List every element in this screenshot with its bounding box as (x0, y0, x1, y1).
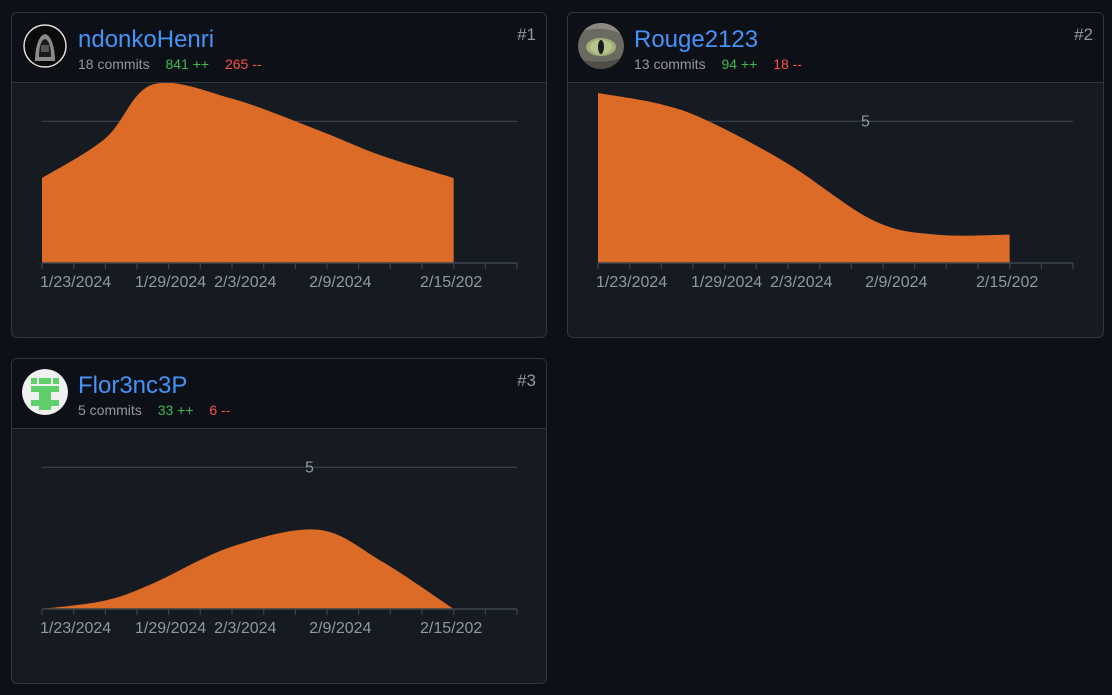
x-tick-label: 2/15/202 (976, 274, 1038, 291)
contributor-username[interactable]: Rouge2123 (634, 26, 758, 54)
x-tick-label: 2/3/2024 (214, 620, 276, 637)
y-tick-label: 5 (861, 113, 870, 130)
contributor-username[interactable]: ndonkoHenri (78, 26, 214, 54)
x-tick-label: 1/29/2024 (691, 274, 762, 291)
contributor-stats: 5 commits 33 ++ 6 -- (78, 401, 230, 419)
additions-count: 841 ++ (165, 56, 210, 72)
contribution-area (42, 529, 454, 609)
deletions-count: 18 -- (773, 56, 802, 72)
green-identicon-avatar-icon (22, 369, 68, 415)
contributor-card: Flor3nc3P 5 commits 33 ++ 6 -- #3 5 1/23/… (11, 358, 547, 684)
commit-count[interactable]: 13 commits (634, 56, 706, 72)
x-tick-label: 1/29/2024 (135, 274, 206, 291)
x-tick-label: 2/9/2024 (309, 620, 371, 637)
commit-count[interactable]: 5 commits (78, 402, 142, 418)
card-header: Rouge2123 13 commits 94 ++ 18 -- #2 (568, 13, 1103, 83)
rank-label: #3 (517, 371, 536, 390)
avatar[interactable] (22, 23, 68, 69)
rank-label: #1 (517, 25, 536, 44)
contribution-chart: 5 1/23/2024 1/29/2024 2/3/2024 2/9/2024 2/15/… (596, 93, 1074, 291)
cat-eye-avatar-icon (578, 23, 624, 69)
y-tick-label: 5 (305, 459, 314, 476)
x-tick-label: 2/3/2024 (770, 274, 832, 291)
deletions-count: 6 -- (209, 402, 231, 418)
rank-label: #2 (1074, 25, 1093, 44)
x-tick-label: 1/23/2024 (40, 620, 111, 637)
additions-count: 33 ++ (157, 402, 194, 418)
hooded-figure-avatar-icon (22, 23, 68, 69)
contribution-area (42, 83, 454, 263)
x-tick-label: 1/23/2024 (596, 274, 667, 291)
card-header: Flor3nc3P 5 commits 33 ++ 6 -- #3 (12, 359, 546, 429)
contribution-chart: 5 1/23/2024 1/29/2024 2/3/2024 2/9/2024 2/15/… (40, 459, 518, 637)
deletions-count: 265 -- (224, 56, 262, 72)
x-tick-label: 1/29/2024 (135, 620, 206, 637)
x-tick-label: 2/15/202 (420, 274, 482, 291)
x-tick-label: 2/9/2024 (309, 274, 371, 291)
contributor-card: Rouge2123 13 commits 94 ++ 18 -- #2 5 1/2… (567, 12, 1104, 338)
card-header: ndonkoHenri 18 commits 841 ++ 265 -- #1 (12, 13, 546, 83)
contributor-stats: 18 commits 841 ++ 265 -- (78, 55, 262, 73)
additions-count: 94 ++ (721, 56, 758, 72)
contribution-area (598, 93, 1010, 263)
contributor-stats: 13 commits 94 ++ 18 -- (634, 55, 802, 73)
x-tick-label: 2/3/2024 (214, 274, 276, 291)
commit-count[interactable]: 18 commits (78, 56, 150, 72)
x-tick-label: 2/9/2024 (865, 274, 927, 291)
avatar[interactable] (578, 23, 624, 69)
x-tick-label: 2/15/202 (420, 620, 482, 637)
contributor-card: ndonkoHenri 18 commits 841 ++ 265 -- #1 … (11, 12, 547, 338)
contributor-username[interactable]: Flor3nc3P (78, 372, 187, 400)
x-tick-label: 1/23/2024 (40, 274, 111, 291)
contribution-chart: 1/23/2024 1/29/2024 2/3/2024 2/9/2024 2/15/2… (40, 83, 518, 291)
avatar[interactable] (22, 369, 68, 415)
